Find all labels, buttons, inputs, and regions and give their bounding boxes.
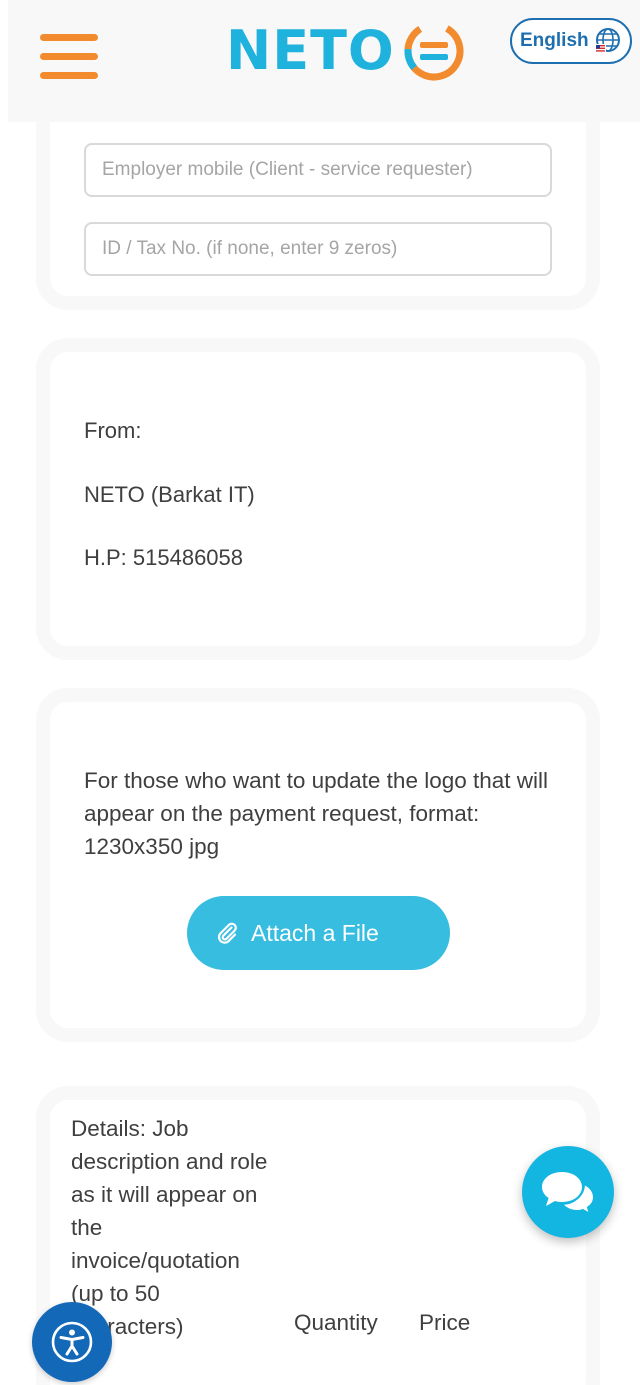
globe-icon (594, 28, 620, 53)
attach-file-button[interactable]: Attach a File (187, 896, 450, 970)
language-switcher-button[interactable]: English (510, 18, 632, 64)
price-column-header: Price (419, 1310, 471, 1335)
hamburger-menu-icon[interactable] (40, 30, 98, 84)
tax-id-input[interactable] (84, 222, 552, 276)
from-label: From: (84, 418, 142, 443)
company-hp-number: H.P: 515486058 (84, 545, 244, 570)
details-column-header: Details: Job description and role as it … (71, 1116, 268, 1339)
paperclip-icon (217, 922, 237, 944)
employer-mobile-input[interactable] (84, 143, 552, 197)
client-details-card (50, 122, 586, 296)
chat-bubbles-icon (542, 1172, 596, 1216)
logo-upload-note: For those who want to update the logo th… (84, 768, 549, 859)
invoice-details-card: Details: Job description and role as it … (50, 1100, 586, 1385)
logo-text: NETO (226, 19, 395, 82)
neto-logo[interactable]: NETO (226, 16, 465, 86)
company-name: NETO (Barkat IT) (84, 482, 255, 507)
quantity-column-header: Quantity (294, 1310, 378, 1335)
header: NETO English (8, 0, 640, 122)
from-card: From: NETO (Barkat IT) H.P: 515486058 (50, 352, 586, 646)
logo-upload-card: For those who want to update the logo th… (50, 702, 586, 1028)
language-label: English (520, 30, 589, 51)
accessibility-icon (51, 1321, 93, 1363)
accessibility-button[interactable] (32, 1302, 112, 1382)
logo-mark-icon (404, 21, 464, 81)
chat-button[interactable] (522, 1146, 614, 1238)
attach-file-label: Attach a File (251, 919, 379, 946)
